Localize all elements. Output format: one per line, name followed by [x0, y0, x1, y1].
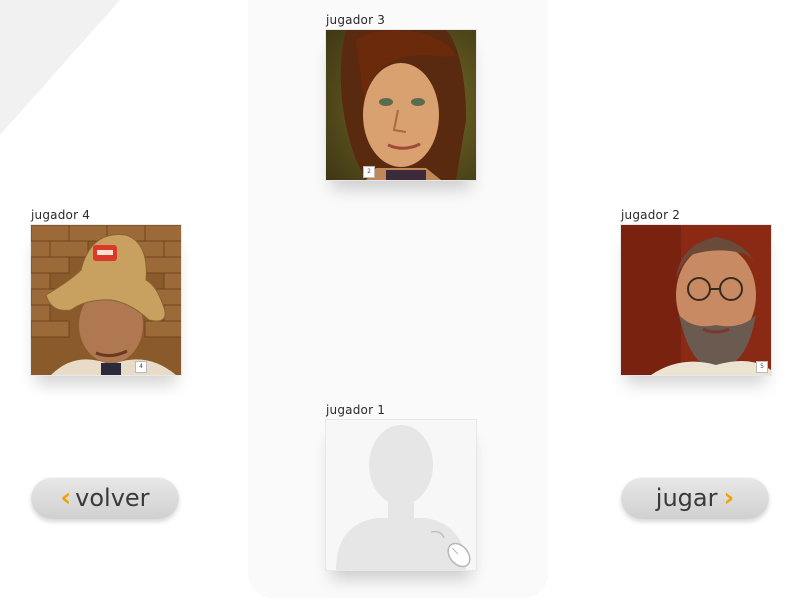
play-button[interactable]: jugar › — [621, 477, 769, 519]
player-photo[interactable]: 5 — [620, 224, 772, 376]
player-photo[interactable]: 2 — [325, 29, 477, 181]
player-photo[interactable] — [325, 419, 477, 571]
chevron-right-icon: › — [723, 483, 735, 513]
avatar-silhouette-icon — [326, 420, 476, 570]
player-label: jugador 3 — [326, 13, 386, 27]
player-slot-1[interactable]: jugador 1 — [325, 403, 477, 571]
play-button-label: jugar — [655, 484, 718, 512]
player-label: jugador 2 — [621, 208, 681, 222]
player-label: jugador 4 — [31, 208, 91, 222]
player-slot-3[interactable]: jugador 3 2 — [325, 13, 477, 181]
player-number-badge: 5 — [756, 361, 768, 373]
bearded-man-portrait — [621, 225, 771, 375]
back-button[interactable]: ‹ volver — [31, 477, 179, 519]
player-number-badge: 2 — [363, 166, 375, 178]
player-photo[interactable]: 4 — [30, 224, 182, 376]
back-button-label: volver — [75, 484, 150, 512]
corner-fold — [0, 0, 120, 135]
chevron-left-icon: ‹ — [60, 483, 72, 513]
man-in-straw-hat-portrait — [31, 225, 181, 375]
player-slot-4[interactable]: jugador 4 4 — [30, 208, 182, 376]
young-woman-portrait — [326, 30, 476, 180]
player-number-badge: 4 — [135, 361, 147, 373]
player-slot-2[interactable]: jugador 2 5 — [620, 208, 772, 376]
player-label: jugador 1 — [326, 403, 386, 417]
